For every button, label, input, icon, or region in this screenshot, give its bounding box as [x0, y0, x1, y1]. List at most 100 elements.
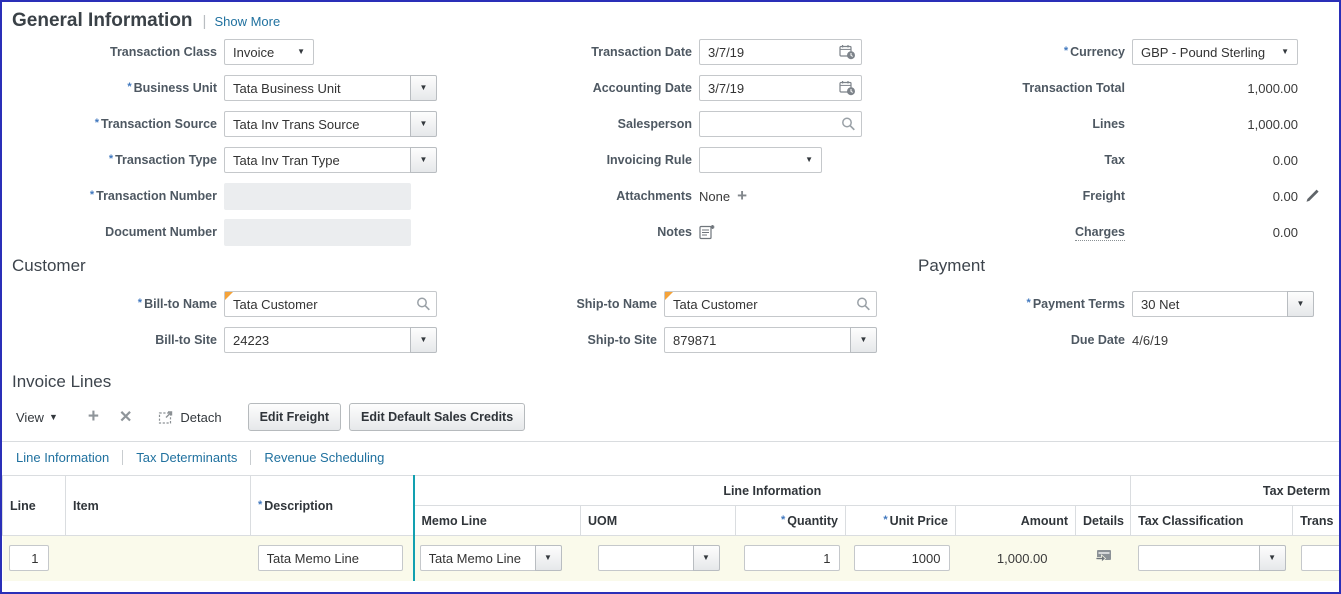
customer-payment-form: *Bill-to Name Bill-to Site ▼ Sh — [2, 286, 1339, 358]
date-picker-icon[interactable] — [839, 44, 856, 60]
details-icon[interactable] — [1095, 549, 1112, 563]
create-note-icon[interactable] — [699, 224, 716, 240]
chevron-down-icon: ▼ — [805, 156, 813, 164]
view-menu-button[interactable]: View ▼ — [16, 410, 58, 425]
document-number-label: Document Number — [2, 225, 217, 240]
transaction-source-label: *Transaction Source — [2, 117, 217, 132]
transaction-class-select[interactable]: Invoice ▼ — [224, 39, 314, 65]
business-unit-input[interactable] — [224, 75, 411, 101]
column-header-item[interactable]: Item — [66, 476, 251, 536]
lines-total-label: Lines — [887, 117, 1125, 132]
edit-freight-button[interactable]: Edit Freight — [248, 403, 341, 431]
edit-default-sales-credits-button[interactable]: Edit Default Sales Credits — [349, 403, 525, 431]
description-input[interactable] — [258, 545, 403, 571]
item-cell[interactable] — [66, 536, 251, 581]
invoicing-rule-select[interactable]: ▼ — [699, 147, 822, 173]
chevron-down-icon: ▼ — [420, 156, 428, 164]
column-header-details[interactable]: Details — [1076, 506, 1131, 536]
required-marker: * — [90, 189, 94, 201]
accounting-date-label: Accounting Date — [449, 81, 692, 96]
trans-input[interactable] — [1301, 545, 1341, 571]
column-header-memo-line[interactable]: Memo Line — [414, 506, 581, 536]
salesperson-label: Salesperson — [449, 117, 692, 132]
transaction-type-dropdown-button[interactable]: ▼ — [410, 147, 437, 173]
search-icon[interactable] — [416, 297, 431, 312]
details-cell — [1076, 536, 1131, 581]
due-date-value: 4/6/19 — [1132, 333, 1168, 348]
chevron-down-icon: ▼ — [1281, 48, 1289, 56]
column-header-unit-price[interactable]: *Unit Price — [846, 506, 956, 536]
salesperson-input[interactable] — [699, 111, 862, 137]
tax-classification-dropdown-button[interactable]: ▼ — [1259, 545, 1286, 571]
modified-field-marker — [665, 292, 673, 300]
tax-classification-input[interactable] — [1138, 545, 1260, 571]
required-marker: * — [1027, 297, 1031, 309]
payment-section-title: Payment — [918, 256, 985, 276]
required-marker: * — [95, 117, 99, 129]
memo-line-input[interactable] — [420, 545, 536, 571]
transaction-source-input[interactable] — [224, 111, 411, 137]
chevron-down-icon: ▼ — [420, 336, 428, 344]
business-unit-dropdown-button[interactable]: ▼ — [410, 75, 437, 101]
show-more-link[interactable]: Show More — [214, 14, 280, 29]
delete-row-button[interactable]: ✕ — [119, 407, 132, 427]
edit-freight-pencil-icon[interactable] — [1304, 188, 1320, 204]
accounting-date-input[interactable] — [699, 75, 862, 101]
charges-label[interactable]: Charges — [887, 225, 1125, 240]
quantity-input[interactable] — [744, 545, 840, 571]
column-header-quantity[interactable]: *Quantity — [736, 506, 846, 536]
date-picker-icon[interactable] — [839, 80, 856, 96]
payment-terms-input[interactable] — [1132, 291, 1288, 317]
line-number-input[interactable] — [9, 545, 49, 571]
transaction-date-label: Transaction Date — [449, 45, 692, 60]
chevron-down-icon: ▼ — [860, 336, 868, 344]
column-header-amount[interactable]: Amount — [956, 506, 1076, 536]
transaction-date-input[interactable] — [699, 39, 862, 65]
search-icon[interactable] — [856, 297, 871, 312]
search-icon[interactable] — [841, 117, 856, 132]
required-marker: * — [781, 514, 785, 526]
column-header-line[interactable]: Line — [3, 476, 66, 536]
ship-to-site-input[interactable] — [664, 327, 851, 353]
bill-to-site-dropdown-button[interactable]: ▼ — [410, 327, 437, 353]
general-column-middle: Transaction Date Accounting Date — [449, 34, 887, 250]
currency-select[interactable]: GBP - Pound Sterling ▼ — [1132, 39, 1298, 65]
tab-revenue-scheduling[interactable]: Revenue Scheduling — [264, 450, 384, 465]
description-cell — [251, 536, 414, 581]
add-attachment-icon[interactable]: + — [737, 186, 747, 206]
tab-tax-determinants[interactable]: Tax Determinants — [136, 450, 237, 465]
due-date-label: Due Date — [887, 333, 1125, 348]
bill-to-site-input[interactable] — [224, 327, 411, 353]
unit-price-input[interactable] — [854, 545, 950, 571]
customer-section-title: Customer — [12, 256, 86, 276]
detach-button[interactable]: Detach — [158, 410, 221, 425]
payment-terms-dropdown-button[interactable]: ▼ — [1287, 291, 1314, 317]
group-header-tax-determinants: Tax Determ — [1131, 476, 1341, 506]
transaction-class-label: Transaction Class — [2, 45, 217, 60]
transaction-source-dropdown-button[interactable]: ▼ — [410, 111, 437, 137]
invoice-lines-toolbar: View ▼ + ✕ Detach Edit Freight Edit Defa… — [16, 402, 1339, 432]
chevron-down-icon: ▼ — [544, 554, 552, 562]
column-header-trans[interactable]: Trans — [1293, 506, 1341, 536]
modified-field-marker — [225, 292, 233, 300]
uom-dropdown-button[interactable]: ▼ — [693, 545, 720, 571]
ship-to-site-dropdown-button[interactable]: ▼ — [850, 327, 877, 353]
tab-line-information[interactable]: Line Information — [16, 450, 109, 465]
column-header-description[interactable]: *Description — [251, 476, 414, 536]
chevron-down-icon: ▼ — [297, 48, 305, 56]
column-header-tax-classification[interactable]: Tax Classification — [1131, 506, 1293, 536]
transaction-type-input[interactable] — [224, 147, 411, 173]
notes-label: Notes — [449, 225, 692, 240]
ship-to-name-input[interactable] — [664, 291, 877, 317]
memo-line-dropdown-button[interactable]: ▼ — [535, 545, 562, 571]
uom-input[interactable] — [598, 545, 694, 571]
column-header-uom[interactable]: UOM — [581, 506, 736, 536]
transaction-type-label: *Transaction Type — [2, 153, 217, 168]
bill-to-site-label: Bill-to Site — [2, 333, 217, 348]
add-row-button[interactable]: + — [88, 406, 99, 428]
invoice-lines-table: Line Item *Description Line Information … — [2, 475, 1341, 581]
tab-separator — [122, 450, 123, 465]
chevron-down-icon: ▼ — [420, 84, 428, 92]
bill-to-name-input[interactable] — [224, 291, 437, 317]
amount-cell: 1,000.00 — [956, 536, 1076, 581]
